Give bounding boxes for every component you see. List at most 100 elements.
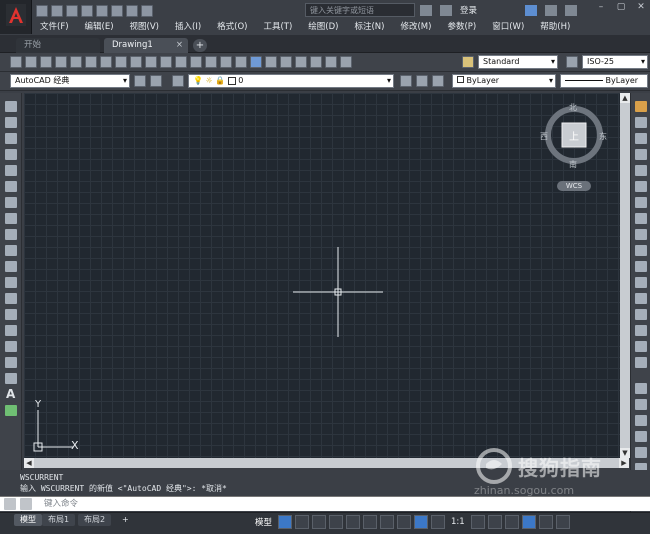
mtext-icon[interactable]: A (6, 387, 15, 401)
more-icon[interactable] (141, 5, 153, 17)
scroll-up-icon[interactable]: ▲ (620, 93, 630, 103)
text-style-select[interactable]: Standard ▾ (478, 55, 558, 69)
lineweight-icon[interactable] (397, 515, 412, 529)
paste-icon[interactable] (130, 56, 142, 68)
compass-north[interactable]: 北 (569, 102, 577, 113)
ellipse-icon[interactable] (5, 245, 17, 256)
login-button[interactable]: 登录 (460, 4, 477, 16)
preview-icon[interactable] (70, 56, 82, 68)
polar-icon[interactable] (329, 515, 344, 529)
workspace-select[interactable]: AutoCAD 经典 ▾ (10, 74, 130, 88)
qnew-icon[interactable] (10, 56, 22, 68)
close-icon[interactable]: ✕ (636, 2, 646, 12)
compass-south[interactable]: 南 (569, 159, 577, 170)
linetype-select[interactable]: ByLayer (560, 74, 648, 88)
save-icon[interactable] (40, 56, 52, 68)
text-style-icon[interactable] (462, 56, 474, 68)
grid-icon[interactable] (278, 515, 293, 529)
point-icon[interactable] (5, 309, 17, 320)
layer-manager-icon[interactable] (150, 75, 162, 87)
menu-format[interactable]: 格式(O) (209, 19, 255, 35)
move-icon[interactable] (635, 181, 647, 192)
hardware-acceleration-icon[interactable] (521, 515, 536, 529)
menu-help[interactable]: 帮助(H) (532, 19, 578, 35)
save-icon[interactable] (66, 5, 78, 17)
menu-draw[interactable]: 绘图(D) (300, 19, 346, 35)
undo-icon[interactable] (111, 5, 123, 17)
markup-icon[interactable] (310, 56, 322, 68)
drawing-canvas[interactable]: Y X (24, 93, 629, 458)
open-file-icon[interactable] (51, 5, 63, 17)
break-icon[interactable] (635, 293, 647, 304)
cut-icon[interactable] (100, 56, 112, 68)
undo-icon[interactable] (160, 56, 172, 68)
scale-icon[interactable] (635, 213, 647, 224)
menu-tools[interactable]: 工具(T) (255, 19, 300, 35)
explode-icon[interactable] (635, 357, 647, 368)
annotation-scale[interactable]: 1:1 (448, 517, 468, 527)
menu-modify[interactable]: 修改(M) (392, 19, 439, 35)
scroll-left-icon[interactable]: ◀ (24, 458, 34, 468)
tab-drawing1[interactable]: Drawing1 × (104, 38, 188, 53)
revcloud-icon[interactable] (5, 213, 17, 224)
chamfer-icon[interactable] (635, 325, 647, 336)
print-icon[interactable] (96, 5, 108, 17)
trim-icon[interactable] (635, 245, 647, 256)
draworder-under-icon[interactable] (635, 431, 647, 442)
menu-dimension[interactable]: 标注(N) (346, 19, 392, 35)
a360-icon[interactable] (545, 4, 558, 16)
make-block-icon[interactable] (5, 293, 17, 304)
menu-view[interactable]: 视图(V) (122, 19, 167, 35)
isodraft-icon[interactable] (346, 515, 361, 529)
region-icon[interactable] (5, 357, 17, 368)
insert-block-icon[interactable] (5, 277, 17, 288)
binoculars-icon[interactable] (420, 4, 432, 16)
fillet-icon[interactable] (635, 341, 647, 352)
plot-icon[interactable] (55, 56, 67, 68)
layer-properties-icon[interactable] (172, 75, 184, 87)
array-icon[interactable] (635, 165, 647, 176)
recent-commands-icon[interactable] (20, 498, 32, 510)
draworder-front-icon[interactable] (635, 383, 647, 394)
line-icon[interactable] (5, 101, 17, 112)
design-center-icon[interactable] (265, 56, 277, 68)
polygon-icon[interactable] (5, 149, 17, 160)
dim-style-icon[interactable] (566, 56, 578, 68)
object-snap-tracking-icon[interactable] (363, 515, 378, 529)
object-snap-icon[interactable] (380, 515, 395, 529)
add-icon[interactable] (487, 515, 502, 529)
join-icon[interactable] (635, 309, 647, 320)
model-space-button[interactable]: 模型 (252, 516, 275, 528)
mirror-icon[interactable] (635, 133, 647, 144)
rotate-icon[interactable] (635, 197, 647, 208)
workspace-switch-icon[interactable] (470, 515, 485, 529)
arc-icon[interactable] (5, 181, 17, 192)
search-input[interactable]: 键入关键字或短语 (305, 3, 415, 17)
tab-start[interactable]: 开始 (16, 38, 100, 53)
help-icon[interactable] (565, 4, 578, 16)
workspace-settings-icon[interactable] (134, 75, 146, 87)
draworder-back-icon[interactable] (635, 399, 647, 410)
command-input[interactable]: 键入命令 (44, 498, 78, 510)
erase-icon[interactable] (635, 101, 647, 112)
ortho-icon[interactable] (312, 515, 327, 529)
menu-parametric[interactable]: 参数(P) (439, 19, 484, 35)
draworder-above-icon[interactable] (635, 415, 647, 426)
help-icon[interactable] (340, 56, 352, 68)
calc-icon[interactable] (325, 56, 337, 68)
isolate-objects-icon[interactable] (504, 515, 519, 529)
matchprop-icon[interactable] (145, 56, 157, 68)
hatch-icon[interactable] (5, 325, 17, 336)
gradient-icon[interactable] (5, 341, 17, 352)
auto-scale-icon[interactable] (431, 515, 446, 529)
menu-file[interactable]: 文件(F) (32, 19, 77, 35)
ellipse-arc-icon[interactable] (5, 261, 17, 272)
new-file-icon[interactable] (36, 5, 48, 17)
redo-icon[interactable] (175, 56, 187, 68)
redo-icon[interactable] (126, 5, 138, 17)
stretch-icon[interactable] (635, 229, 647, 240)
app-menu-button[interactable] (0, 0, 32, 34)
layer-previous-icon[interactable] (416, 75, 428, 87)
color-select[interactable]: ByLayer ▾ (452, 74, 556, 88)
zoom-window-icon[interactable] (220, 56, 232, 68)
